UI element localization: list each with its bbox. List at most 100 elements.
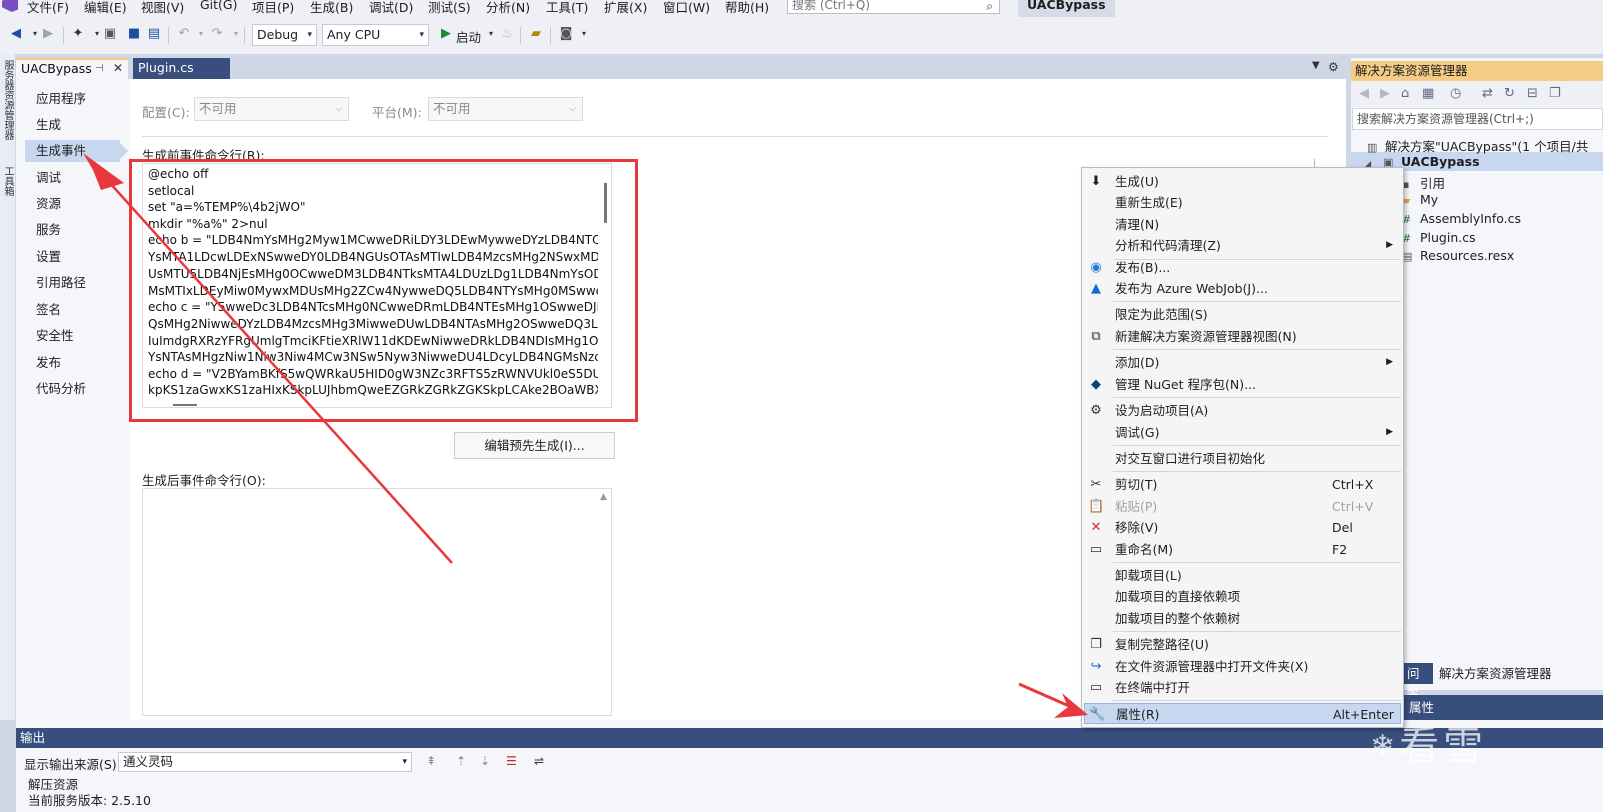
menu-item-properties[interactable]: 🔧 属性(R) Alt+Enter [1084, 703, 1401, 724]
tree-item-my[interactable]: ▰ My [1402, 192, 1438, 207]
save-icon[interactable]: ■ [126, 26, 142, 42]
nav-signing[interactable]: 签名 [25, 299, 120, 321]
solution-explorer-search-input[interactable]: 搜索解决方案资源管理器(Ctrl+;) [1352, 108, 1603, 130]
menu-item-open-in-terminal[interactable]: ▭ 在终端中打开 [1084, 677, 1401, 698]
menu-item-build[interactable]: ⬇ 生成(U) [1084, 171, 1401, 192]
nav-build[interactable]: 生成 [25, 114, 120, 136]
screenshot-icon[interactable]: ◙ [558, 26, 574, 42]
nav-reference-paths[interactable]: 引用路径 [25, 272, 120, 294]
back-icon[interactable]: ◀ [8, 26, 24, 42]
hot-reload-icon[interactable]: ♨ [499, 26, 515, 42]
save-all-icon[interactable]: ▤ [146, 26, 162, 42]
tree-item-references[interactable]: ▪ 引用 [1402, 173, 1445, 192]
menu-debug[interactable]: 调试(D) [369, 0, 413, 16]
toolbar-overflow-icon[interactable]: ▾ [576, 26, 592, 42]
forward-icon[interactable]: ▶ [40, 26, 56, 42]
menu-extensions[interactable]: 扩展(X) [604, 0, 647, 16]
find-message-icon[interactable]: ⇞ [426, 754, 436, 768]
menu-item-load-direct-deps[interactable]: 加载项目的直接依赖项 [1084, 586, 1401, 607]
configuration-select[interactable]: Debug ▾ [252, 24, 317, 46]
menu-view[interactable]: 视图(V) [141, 0, 184, 16]
nav-code-analysis[interactable]: 代码分析 [25, 378, 120, 400]
menu-item-cut[interactable]: ✂ 剪切(T) Ctrl+X [1084, 474, 1401, 495]
config-select[interactable]: 不可用 ⌵ [194, 97, 349, 121]
menu-item-manage-nuget[interactable]: ◆ 管理 NuGet 程序包(N)... [1084, 374, 1401, 395]
menu-item-set-startup[interactable]: ⚙ 设为启动项目(A) [1084, 400, 1401, 421]
global-search-input[interactable]: 搜索 (Ctrl+Q) ⌕ [787, 0, 1000, 14]
menu-item-unload-project[interactable]: 卸载项目(L) [1084, 565, 1401, 586]
menu-help[interactable]: 帮助(H) [725, 0, 769, 16]
menu-item-new-explorer-view[interactable]: ⧉ 新建解决方案资源管理器视图(N) [1084, 326, 1401, 347]
tree-item-plugin[interactable]: # Plugin.cs [1402, 230, 1476, 245]
nav-build-events[interactable]: 生成事件 [25, 140, 128, 162]
menu-item-scope-to-this[interactable]: 限定为此范围(S) [1084, 304, 1401, 325]
toolbox-tab[interactable]: 工具箱 [1, 166, 15, 196]
menu-item-add[interactable]: 添加(D) ▶ [1084, 352, 1401, 373]
menu-item-open-in-explorer[interactable]: ↪ 在文件资源管理器中打开文件夹(X) [1084, 656, 1401, 677]
menu-git[interactable]: Git(G) [200, 0, 238, 12]
edit-prebuild-button[interactable]: 编辑预先生成(I)... [454, 432, 615, 459]
clear-all-icon[interactable]: ☰ [506, 754, 517, 768]
start-button[interactable]: 启动 [456, 27, 481, 46]
nav-resources[interactable]: 资源 [25, 193, 120, 215]
home-icon[interactable]: ⌂ [1401, 86, 1409, 101]
start-dropdown-icon[interactable]: ▾ [483, 26, 499, 42]
nav-security[interactable]: 安全性 [25, 325, 120, 347]
visual-studio-logo-icon[interactable] [2, 0, 18, 12]
nav-publish[interactable]: 发布 [25, 352, 120, 374]
menu-item-debug[interactable]: 调试(G) ▶ [1084, 422, 1401, 443]
output-source-select[interactable]: 通义灵码 ▾ [118, 752, 412, 772]
menu-item-rebuild[interactable]: 重新生成(E) [1084, 192, 1401, 213]
menu-window[interactable]: 窗口(W) [663, 0, 710, 16]
pending-changes-icon[interactable]: ◷ [1450, 86, 1461, 101]
pin-icon[interactable]: ⊣ [95, 60, 104, 78]
menu-item-load-dep-tree[interactable]: 加载项目的整个依赖树 [1084, 608, 1401, 629]
menu-item-publish[interactable]: ◉ 发布(B)... [1084, 257, 1401, 278]
play-icon[interactable]: ▶ [438, 26, 454, 42]
undo-icon[interactable]: ↶ [176, 26, 192, 42]
menu-build[interactable]: 生成(B) [310, 0, 353, 16]
menu-item-analyze-cleanup[interactable]: 分析和代码清理(Z) ▶ [1084, 235, 1401, 256]
server-explorer-tab[interactable]: 服务器资源管理器 [1, 60, 15, 140]
postbuild-command-textarea[interactable]: ▲ [142, 488, 612, 716]
undo-dropdown-icon[interactable]: ▾ [193, 26, 209, 42]
next-message-icon[interactable]: ⇣ [480, 754, 490, 768]
tab-solution-explorer[interactable]: 解决方案资源管理器 [1435, 663, 1556, 684]
menu-item-paste[interactable]: 📋 粘贴(P) Ctrl+V [1084, 496, 1401, 517]
tree-item-solution[interactable]: ▥ 解决方案"UACBypass"(1 个项目/共 [1367, 136, 1588, 155]
menu-tools[interactable]: 工具(T) [546, 0, 588, 16]
close-icon[interactable]: ✕ [113, 59, 123, 77]
nav-debug[interactable]: 调试 [25, 167, 120, 189]
forward-icon[interactable]: ▶ [1380, 86, 1390, 101]
menu-item-remove[interactable]: ✕ 移除(V) Del [1084, 517, 1401, 538]
tab-uacbypass-properties[interactable]: UACBypass ⊣ ✕ [16, 58, 128, 79]
refresh-icon[interactable]: ↻ [1504, 86, 1515, 101]
sync-icon[interactable]: ⇄ [1482, 86, 1493, 101]
properties-panel-tab[interactable]: 属性 [1403, 695, 1603, 720]
menu-analyze[interactable]: 分析(N) [486, 0, 530, 16]
new-project-icon[interactable]: ✦ [70, 26, 86, 42]
menu-item-rename[interactable]: ▭ 重命名(M) F2 [1084, 539, 1401, 560]
show-all-files-icon[interactable]: ❐ [1549, 86, 1561, 101]
tab-list-dropdown-icon[interactable]: ▼ [1312, 60, 1320, 71]
find-in-files-icon[interactable]: ▰ [528, 26, 544, 42]
switch-views-icon[interactable]: ▦ [1422, 86, 1434, 101]
gear-icon[interactable]: ⚙ [1328, 60, 1339, 74]
scroll-up-icon[interactable]: ▲ [600, 492, 607, 502]
redo-icon[interactable]: ↷ [209, 26, 225, 42]
nav-application[interactable]: 应用程序 [25, 88, 120, 110]
nav-services[interactable]: 服务 [25, 219, 120, 241]
menu-project[interactable]: 项目(P) [252, 0, 294, 16]
tree-item-assemblyinfo[interactable]: # AssemblyInfo.cs [1402, 211, 1521, 226]
menu-item-clean[interactable]: 清理(N) [1084, 214, 1401, 235]
nav-settings[interactable]: 设置 [25, 246, 120, 268]
collapse-all-icon[interactable]: ⊟ [1527, 86, 1538, 101]
platform-select[interactable]: 不可用 ⌵ [428, 97, 583, 121]
platform-select[interactable]: Any CPU ▾ [322, 24, 429, 46]
menu-edit[interactable]: 编辑(E) [84, 0, 127, 16]
menu-file[interactable]: 文件(F) [27, 0, 69, 16]
menu-test[interactable]: 测试(S) [428, 0, 471, 16]
open-file-icon[interactable]: ▣ [102, 26, 118, 42]
tab-plugin-cs[interactable]: Plugin.cs [133, 58, 230, 79]
back-icon[interactable]: ◀ [1359, 86, 1369, 101]
